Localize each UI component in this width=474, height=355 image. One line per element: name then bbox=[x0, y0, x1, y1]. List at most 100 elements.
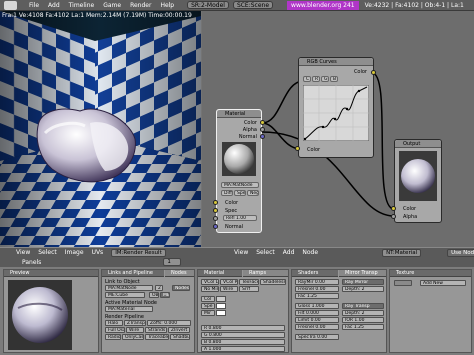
frame-field[interactable]: 1 bbox=[163, 258, 182, 266]
col-button[interactable]: Col bbox=[201, 296, 215, 302]
mir-fac-slider[interactable]: Fac 1.25 bbox=[295, 293, 339, 299]
rgb-curves-node[interactable]: RGB Curves Color C R G B Color bbox=[298, 57, 374, 158]
curves-channel-g[interactable]: G bbox=[321, 76, 329, 82]
zoffs-field[interactable]: Zoffs: 0.000 bbox=[147, 320, 191, 326]
output-node[interactable]: Output Color Alpha bbox=[394, 139, 442, 223]
ramps-tab[interactable]: Ramps bbox=[243, 270, 288, 277]
mir-swatch[interactable] bbox=[216, 310, 226, 316]
output-node-title[interactable]: Output bbox=[395, 140, 441, 148]
rgb-curves-title[interactable]: RGB Curves bbox=[299, 58, 373, 66]
material-in-spec-socket[interactable] bbox=[213, 208, 218, 213]
filt-slider[interactable]: Filt 0.000 bbox=[295, 310, 339, 316]
material-in-refl-socket[interactable] bbox=[213, 216, 218, 221]
node-menu-add[interactable]: Add bbox=[283, 249, 295, 256]
link-me-button[interactable]: ME bbox=[160, 292, 170, 298]
material-wire-button[interactable]: Wire bbox=[220, 286, 238, 292]
panels-menu[interactable]: Panels bbox=[22, 259, 41, 266]
transp-depth-field[interactable]: Depth: 2 bbox=[342, 310, 384, 316]
col-swatch[interactable] bbox=[216, 296, 226, 302]
transp-fresnel-slider[interactable]: Fresnel 0.00 bbox=[295, 324, 339, 330]
full-osa-button[interactable]: Full Osa bbox=[105, 327, 125, 333]
link-ob-button[interactable]: OB bbox=[149, 292, 159, 298]
node-menu-node[interactable]: Node bbox=[302, 249, 318, 256]
material-in-color-socket[interactable] bbox=[213, 200, 218, 205]
material-link-field[interactable]: MA:MatNode bbox=[105, 285, 153, 291]
node-menu-view[interactable]: View bbox=[234, 249, 248, 256]
image-menu-uvs[interactable]: UVs bbox=[92, 249, 104, 256]
use-nodes-button[interactable]: Nodes bbox=[172, 285, 190, 291]
zinvert-button[interactable]: ZInvert bbox=[168, 327, 190, 333]
g-slider[interactable]: G 0.800 bbox=[201, 332, 285, 338]
curves-out-color-socket[interactable] bbox=[371, 70, 376, 75]
output-in-color-socket[interactable] bbox=[391, 206, 396, 211]
node-menu-select[interactable]: Select bbox=[256, 249, 275, 256]
material-refl-slider[interactable]: Refl 1.00 bbox=[223, 215, 257, 221]
ztransp-button[interactable]: ZTransp bbox=[124, 320, 146, 326]
image-menu-view[interactable]: View bbox=[16, 249, 30, 256]
wire-button[interactable]: Wire bbox=[126, 327, 144, 333]
use-nodes-toggle[interactable]: Use Nodes bbox=[447, 248, 474, 257]
ray-mirror-button[interactable]: Ray Mirror bbox=[342, 279, 384, 285]
scene-selector[interactable]: SCE:Scene bbox=[232, 1, 274, 9]
mir-button[interactable]: Mir bbox=[201, 310, 215, 316]
r-slider[interactable]: R 0.800 bbox=[201, 325, 285, 331]
material-neg-toggle[interactable]: Neg bbox=[247, 190, 259, 196]
curves-channel-r[interactable]: R bbox=[312, 76, 320, 82]
image-name-field[interactable]: IM:Render Result bbox=[111, 248, 166, 257]
shaders-panel-title[interactable]: Shaders bbox=[292, 270, 338, 277]
no-mist-button[interactable]: No Mir bbox=[201, 286, 219, 292]
shadbuf-button[interactable]: Shadbuf bbox=[170, 334, 190, 340]
texture-panel-title[interactable]: Texture bbox=[390, 270, 471, 277]
gloss-slider[interactable]: Gloss 1.000 bbox=[295, 303, 339, 309]
menu-timeline[interactable]: Timeline bbox=[69, 2, 95, 9]
material-diff-toggle[interactable]: Diff bbox=[221, 190, 233, 196]
material-spec-toggle[interactable]: Spec bbox=[234, 190, 246, 196]
material-in-normal-socket[interactable] bbox=[213, 224, 218, 229]
material-node-title[interactable]: Material bbox=[217, 110, 261, 118]
render-result-view[interactable]: Fra:1 Ve:4108 Fa:4102 La:1 Mem:2.14M (7.… bbox=[0, 11, 201, 248]
output-in-alpha-socket[interactable] bbox=[391, 214, 396, 219]
onlycast-button[interactable]: OnlyCast bbox=[122, 334, 144, 340]
material-users-count[interactable]: 2 bbox=[155, 285, 163, 291]
mir-depth-field[interactable]: Depth: 2 bbox=[342, 286, 384, 292]
material-node[interactable]: Material Color Alpha Normal MA:MatNode D… bbox=[216, 109, 262, 233]
srrf-button[interactable]: Srrf bbox=[239, 286, 259, 292]
radio-button[interactable]: Radio bbox=[105, 334, 121, 340]
links-panel-title[interactable]: Links and Pipeline bbox=[102, 270, 164, 277]
strands-button[interactable]: Strands bbox=[145, 327, 167, 333]
material-out-normal-socket[interactable] bbox=[260, 134, 265, 139]
b-slider[interactable]: B 0.800 bbox=[201, 339, 285, 345]
texface-button[interactable]: TexFace bbox=[239, 279, 259, 285]
material-out-alpha-socket[interactable] bbox=[260, 127, 265, 132]
ray-transp-button[interactable]: Ray Transp bbox=[342, 303, 384, 309]
image-menu-select[interactable]: Select bbox=[38, 249, 57, 256]
vcol-light-button[interactable]: VCol Light bbox=[201, 279, 219, 285]
material-panel-title[interactable]: Material bbox=[198, 270, 242, 277]
menu-help[interactable]: Help bbox=[160, 2, 174, 9]
texture-channel-slot[interactable] bbox=[394, 280, 412, 286]
a-slider[interactable]: A 1.000 bbox=[201, 346, 285, 352]
blender-logo-icon[interactable] bbox=[4, 0, 17, 10]
raymir-slider[interactable]: RayMir 0.00 bbox=[295, 279, 339, 285]
ior-slider[interactable]: IOR 1.00 bbox=[342, 317, 384, 323]
menu-file[interactable]: File bbox=[29, 2, 39, 9]
transp-fac-slider[interactable]: Fac 1.25 bbox=[342, 324, 384, 330]
traceable-button[interactable]: Traceable bbox=[145, 334, 169, 340]
spe-button[interactable]: Spe bbox=[201, 303, 215, 309]
curves-in-color-socket[interactable] bbox=[295, 146, 300, 151]
mir-fresnel-slider[interactable]: Fresnel 0.00 bbox=[295, 286, 339, 292]
halo-button[interactable]: Halo bbox=[105, 320, 123, 326]
curves-channel-c[interactable]: C bbox=[303, 76, 311, 82]
image-menu-image[interactable]: Image bbox=[65, 249, 84, 256]
curves-graph[interactable] bbox=[303, 85, 369, 141]
menu-game[interactable]: Game bbox=[103, 2, 121, 9]
mesh-link-field[interactable]: ME:Cube bbox=[105, 292, 145, 298]
add-new-texture-button[interactable]: Add New bbox=[420, 280, 466, 286]
menu-add[interactable]: Add bbox=[48, 2, 60, 9]
blender-url[interactable]: www.blender.org 241 bbox=[287, 0, 359, 10]
spe-swatch[interactable] bbox=[216, 303, 226, 309]
mirror-transp-tab[interactable]: Mirror Transp bbox=[339, 270, 386, 277]
material-out-color-socket[interactable] bbox=[260, 120, 265, 125]
shadeless-button[interactable]: Shadeless bbox=[260, 279, 286, 285]
curves-channel-b[interactable]: B bbox=[330, 76, 338, 82]
